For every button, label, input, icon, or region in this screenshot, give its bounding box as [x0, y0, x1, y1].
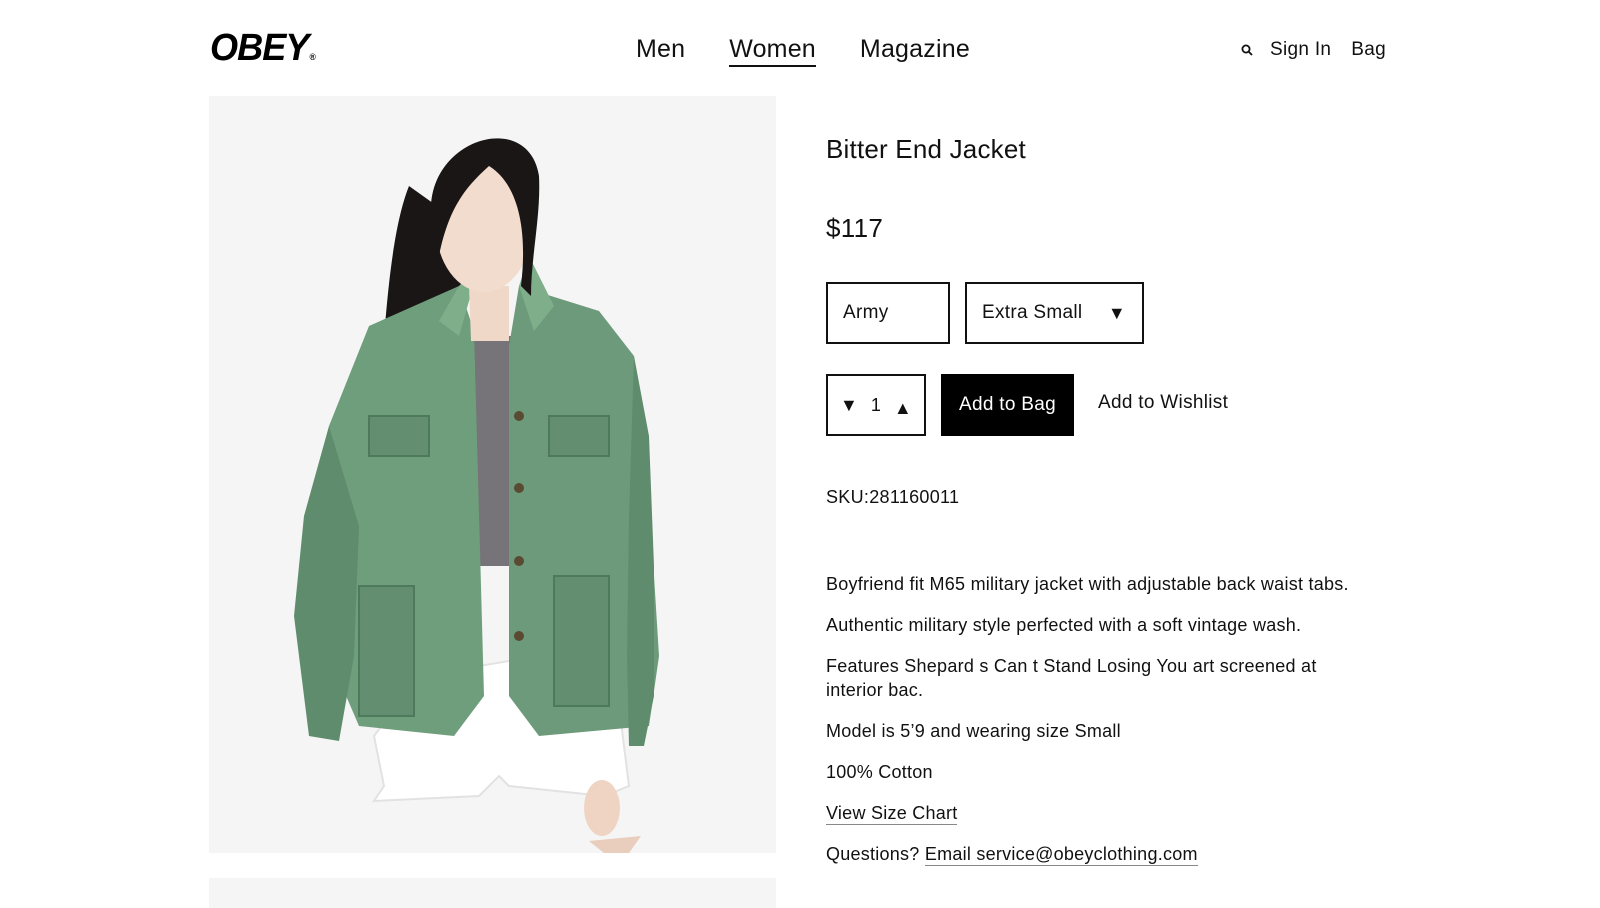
decrement-arrow-icon[interactable]: ▼ [840, 395, 858, 416]
sku-value: 281160011 [869, 487, 960, 507]
product-title: Bitter End Jacket [826, 134, 1026, 164]
sku: SKU:281160011 [826, 487, 959, 508]
logo-text: OBEY [210, 27, 309, 69]
color-select[interactable]: Army [826, 282, 950, 344]
chevron-down-icon: ▼ [1107, 302, 1126, 323]
product-image-secondary[interactable] [209, 878, 776, 908]
add-to-wishlist-link[interactable]: Add to Wishlist [1098, 392, 1228, 414]
size-chart-row: View Size Chart [826, 801, 1391, 825]
nav-magazine[interactable]: Magazine [860, 34, 970, 67]
size-chart-link[interactable]: View Size Chart [826, 803, 958, 825]
size-select-value: Extra Small [982, 302, 1083, 323]
nav-women[interactable]: Women [729, 34, 816, 67]
product-price: $117 [826, 213, 884, 243]
quantity-value: 1 [870, 394, 882, 415]
nav-men[interactable]: Men [636, 34, 685, 67]
product-photo-illustration [209, 96, 776, 853]
size-select[interactable]: Extra Small ▼ [965, 282, 1144, 344]
add-to-bag-button[interactable]: Add to Bag [941, 374, 1074, 436]
color-select-value: Army [843, 302, 889, 323]
description-line: Boyfriend fit M65 military jacket with a… [826, 574, 1349, 594]
questions-label: Questions? [826, 844, 920, 864]
product-image[interactable] [209, 96, 776, 853]
search-icon[interactable] [1240, 43, 1254, 57]
product-description: Boyfriend fit M65 military jacket with a… [826, 572, 1391, 883]
registered-mark: ® [309, 52, 315, 62]
brand-logo[interactable]: OBEY® [210, 27, 316, 77]
bag-link[interactable]: Bag [1351, 38, 1386, 62]
sku-label: SKU: [826, 487, 870, 507]
utility-nav: Sign In Bag [1240, 38, 1386, 62]
description-line: Model is 5’9 and wearing size Small [826, 721, 1121, 741]
email-link[interactable]: Email service@obeyclothing.com [924, 844, 1198, 866]
description-line: 100% Cotton [826, 762, 933, 782]
description-line: Features Shepard s Can t Stand Losing Yo… [826, 656, 1317, 700]
increment-arrow-icon[interactable]: ▲ [894, 398, 912, 419]
questions-row: Questions? Email service@obeyclothing.co… [826, 842, 1391, 866]
main-nav: Men Women Magazine [636, 34, 970, 67]
quantity-stepper[interactable]: ▼ 1 ▲ [826, 374, 926, 436]
description-line: Authentic military style perfected with … [826, 615, 1302, 635]
sign-in-link[interactable]: Sign In [1270, 38, 1331, 62]
